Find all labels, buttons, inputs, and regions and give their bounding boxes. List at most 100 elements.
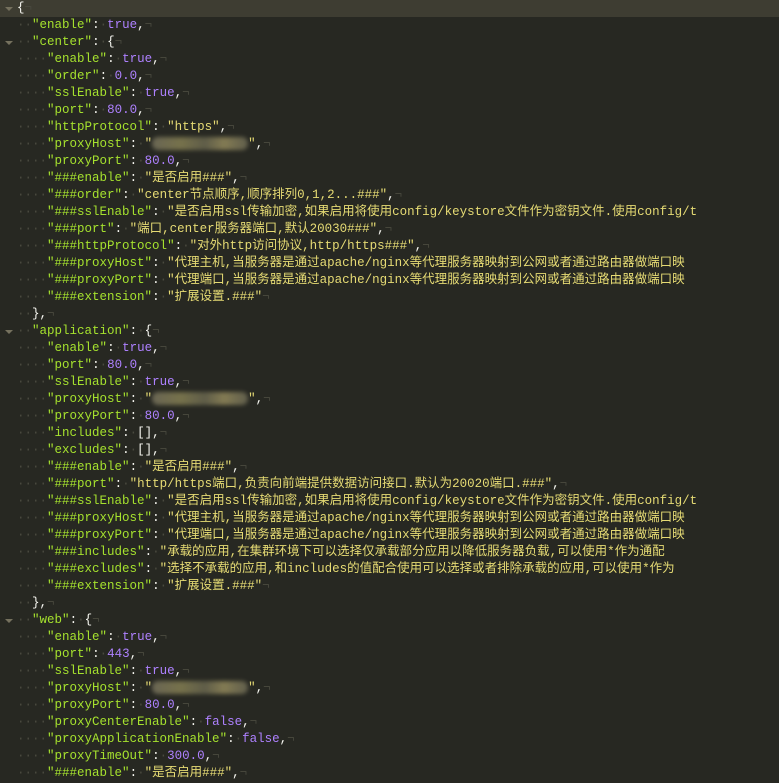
- gutter: [0, 561, 15, 578]
- quote: ": [122, 698, 130, 712]
- quote: ": [114, 188, 123, 202]
- code-line[interactable]: ····"###enable":·"是否启用###",¬: [0, 170, 779, 187]
- code-line[interactable]: ····"###extension":·"扩展设置.###"¬: [0, 578, 779, 595]
- code-line[interactable]: ····"port":·80.0,¬: [0, 102, 779, 119]
- code-line[interactable]: ····"###proxyHost":·"代理主机,当服务器是通过apache/…: [0, 510, 779, 527]
- indent-whitespace: ····: [17, 443, 48, 457]
- code-line[interactable]: ····"enable":·true,¬: [0, 51, 779, 68]
- code-line[interactable]: ····"###proxyPort":·"代理端口,当服务器是通过apache/…: [0, 272, 779, 289]
- fold-arrow-icon[interactable]: [5, 41, 13, 45]
- quote: ": [167, 205, 175, 219]
- code-line[interactable]: ····"proxyPort":·80.0,¬: [0, 153, 779, 170]
- code-line[interactable]: ····"###extension":·"扩展设置.###"¬: [0, 289, 779, 306]
- fold-arrow-icon[interactable]: [5, 330, 13, 334]
- quote: ": [84, 103, 93, 117]
- code-line[interactable]: ····"httpProtocol":·"https",¬: [0, 119, 779, 136]
- code-line[interactable]: ····"order":·0.0,¬: [0, 68, 779, 85]
- punctuation: },: [32, 596, 48, 610]
- code-line[interactable]: ····"proxyHost":·" ",¬: [0, 391, 779, 408]
- code-line[interactable]: ··},¬: [0, 306, 779, 323]
- code-line[interactable]: ····"proxyHost":·" ",¬: [0, 136, 779, 153]
- code-line[interactable]: ····"port":·80.0,¬: [0, 357, 779, 374]
- code-text: ····"###port":·"http/https端口,负责向前端提供数据访问…: [17, 476, 567, 493]
- whitespace: ·: [99, 358, 108, 372]
- colon: :: [152, 528, 160, 542]
- gutter: [0, 663, 15, 680]
- code-text: ····"###proxyPort":·"代理端口,当服务器是通过apache/…: [17, 527, 685, 544]
- code-line[interactable]: ····"###proxyHost":·"代理主机,当服务器是通过apache/…: [0, 255, 779, 272]
- code-line[interactable]: ····"proxyApplicationEnable":·false,¬: [0, 731, 779, 748]
- code-text: ····"###enable":·"是否启用###",¬: [17, 765, 247, 782]
- quote: ": [137, 188, 145, 202]
- json-value: 300.0: [167, 749, 205, 763]
- indent-whitespace: ····: [17, 375, 48, 389]
- end-of-line-marker: ¬: [159, 443, 168, 457]
- quote: ": [122, 681, 130, 695]
- quote: ": [159, 562, 168, 576]
- quote: ": [144, 273, 153, 287]
- code-text: ····"proxyCenterEnable":·false,¬: [17, 714, 257, 731]
- code-text: ····"proxyTimeOut":·300.0,¬: [17, 748, 220, 765]
- code-line[interactable]: ····"###includes":·"承载的应用,在集群环境下可以选择仅承载部…: [0, 544, 779, 561]
- quote: ": [47, 256, 55, 270]
- code-line[interactable]: ····"###proxyPort":·"代理端口,当服务器是通过apache/…: [0, 527, 779, 544]
- code-line[interactable]: ····"###port":·"端口,center服务器端口,默认20030##…: [0, 221, 779, 238]
- code-line[interactable]: ····"proxyHost":·" ",¬: [0, 680, 779, 697]
- gutter: [0, 578, 15, 595]
- code-text: ····"proxyHost":·" ",¬: [17, 391, 271, 408]
- json-string-value: 代理端口,当服务器是通过apache/nginx等代理服务器映射到公网或者通过路…: [174, 273, 685, 287]
- code-line[interactable]: ····"enable":·true,¬: [0, 629, 779, 646]
- code-line[interactable]: ····"###sslEnable":·"是否启用ssl传输加密,如果启用将使用…: [0, 204, 779, 221]
- code-line[interactable]: ····"sslEnable":·true,¬: [0, 374, 779, 391]
- json-key: ###port: [54, 222, 108, 236]
- quote: ": [122, 137, 130, 151]
- end-of-line-marker: ¬: [287, 732, 295, 746]
- fold-arrow-icon[interactable]: [5, 619, 13, 623]
- code-line[interactable]: ····"###enable":·"是否启用###",¬: [0, 459, 779, 476]
- json-key: port: [54, 358, 85, 372]
- code-line[interactable]: ····"excludes":·[],¬: [0, 442, 779, 459]
- code-line[interactable]: ····"proxyPort":·80.0,¬: [0, 697, 779, 714]
- json-value: true: [144, 86, 175, 100]
- indent-whitespace: ····: [17, 171, 48, 185]
- code-line[interactable]: ····"###httpProtocol":·"对外http访问协议,http/…: [0, 238, 779, 255]
- quote: ": [144, 579, 153, 593]
- code-line[interactable]: ····"enable":·true,¬: [0, 340, 779, 357]
- code-line[interactable]: ··"application":·{¬: [0, 323, 779, 340]
- end-of-line-marker: ¬: [182, 375, 190, 389]
- code-line[interactable]: ····"###order":·"center节点顺序,顺序排列0,1,2...…: [0, 187, 779, 204]
- colon: :: [152, 494, 160, 508]
- json-string-value: 扩展设置.###: [174, 290, 255, 304]
- gutter: [0, 17, 15, 34]
- quote: ": [47, 630, 55, 644]
- code-line[interactable]: ····"proxyTimeOut":·300.0,¬: [0, 748, 779, 765]
- json-key: enable: [39, 18, 85, 32]
- code-line[interactable]: ··},¬: [0, 595, 779, 612]
- code-line[interactable]: ····"###port":·"http/https端口,负责向前端提供数据访问…: [0, 476, 779, 493]
- fold-arrow-icon[interactable]: [5, 7, 13, 11]
- indent-whitespace: ····: [17, 52, 48, 66]
- comma: ,: [255, 137, 264, 151]
- colon: :: [152, 290, 160, 304]
- code-line[interactable]: ····"###sslEnable":·"是否启用ssl传输加密,如果启用将使用…: [0, 493, 779, 510]
- gutter: [0, 476, 15, 493]
- code-line[interactable]: ····"###excludes":·"选择不承载的应用,和includes的值…: [0, 561, 779, 578]
- code-text: ··},¬: [17, 306, 55, 323]
- code-line[interactable]: ····"sslEnable":·true,¬: [0, 663, 779, 680]
- indent-whitespace: ····: [17, 579, 48, 593]
- code-line[interactable]: ····"###enable":·"是否启用###",¬: [0, 765, 779, 782]
- end-of-line-marker: ¬: [182, 698, 190, 712]
- end-of-line-marker: ¬: [182, 86, 190, 100]
- code-line[interactable]: ····"sslEnable":·true,¬: [0, 85, 779, 102]
- code-line[interactable]: ··"center":·{¬: [0, 34, 779, 51]
- code-editor[interactable]: {¬ ··"enable":·true,¬ ··"center":·{¬ ····"e…: [0, 0, 779, 783]
- code-text: ····"proxyHost":·" ",¬: [17, 136, 271, 153]
- code-text: ····"proxyPort":·80.0,¬: [17, 697, 190, 714]
- code-line[interactable]: ··"enable":·true,¬: [0, 17, 779, 34]
- code-line[interactable]: ··"web":·{¬: [0, 612, 779, 629]
- code-line[interactable]: ····"proxyCenterEnable":·false,¬: [0, 714, 779, 731]
- code-line[interactable]: {¬: [0, 0, 779, 17]
- code-line[interactable]: ····"port":·443,¬: [0, 646, 779, 663]
- code-line[interactable]: ····"proxyPort":·80.0,¬: [0, 408, 779, 425]
- code-line[interactable]: ····"includes":·[],¬: [0, 425, 779, 442]
